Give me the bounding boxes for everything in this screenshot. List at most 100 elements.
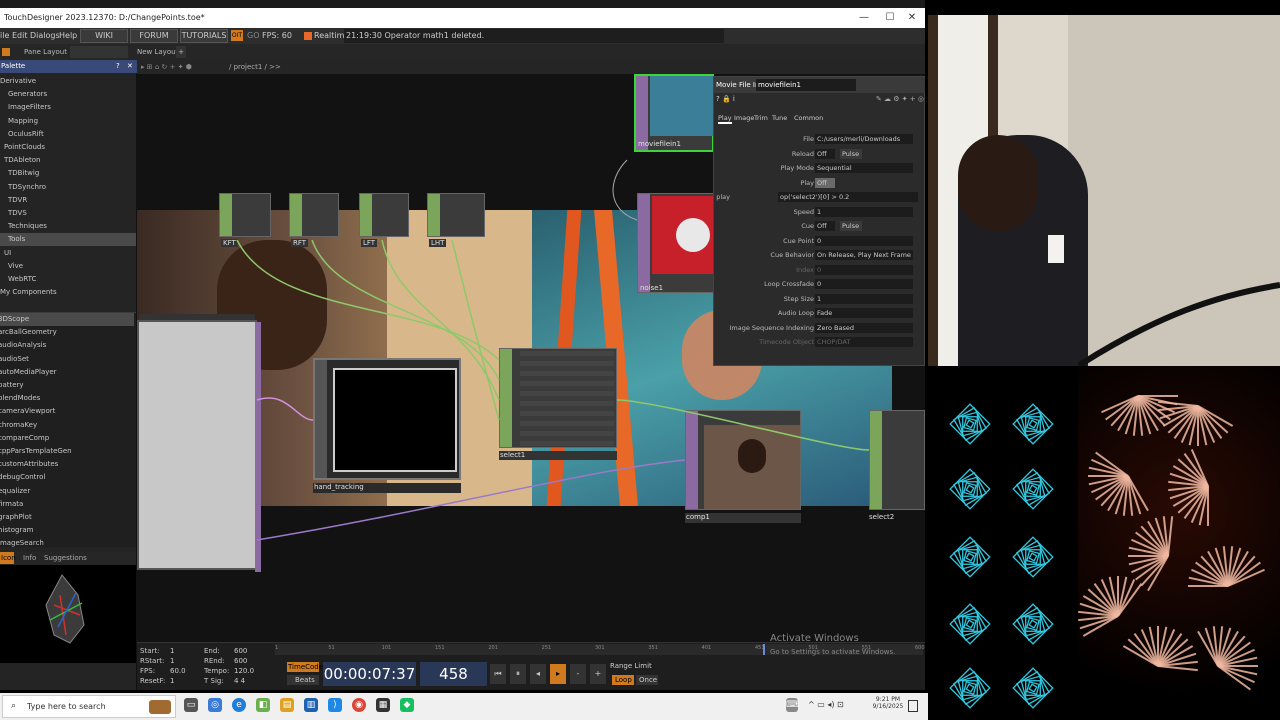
pane-layout-label[interactable]: Pane Layout: [24, 44, 67, 60]
palette-item[interactable]: UI: [0, 247, 136, 260]
edge-icon[interactable]: e: [232, 698, 246, 712]
pause-button[interactable]: ⏸: [510, 664, 526, 684]
pulse-button[interactable]: Pulse: [840, 221, 862, 231]
browser-icon[interactable]: ◎: [208, 698, 222, 712]
play-button[interactable]: ▸: [550, 664, 566, 684]
param-value[interactable]: Off: [815, 221, 835, 231]
rstart-value[interactable]: 1: [170, 657, 174, 665]
param-value[interactable]: CHOP/DAT: [815, 337, 913, 347]
close-button[interactable]: ✕: [901, 8, 923, 28]
close-palette-icon[interactable]: ✕: [127, 60, 133, 73]
keyboard-icon[interactable]: ⌨: [786, 698, 799, 712]
loop-toggle[interactable]: Loop: [612, 675, 634, 685]
tempo-value[interactable]: 120.0: [234, 667, 254, 675]
tool-item[interactable]: debugControl: [0, 471, 134, 484]
step-back-button[interactable]: ◂: [530, 664, 546, 684]
timecode-display[interactable]: 00:00:07:37: [323, 662, 416, 686]
pulse-button[interactable]: Pulse: [840, 148, 862, 159]
tab-icon[interactable]: Icon: [0, 552, 16, 564]
param-toolbar-right-icons[interactable]: ✎ ☁ ⚙ ✦ + ◎: [860, 95, 924, 107]
frame-display[interactable]: 458: [420, 662, 487, 686]
param-value[interactable]: op('select2')[0] > 0.2: [778, 192, 918, 202]
forum-button[interactable]: FORUM: [130, 29, 178, 43]
param-tab[interactable]: Tune: [772, 114, 787, 122]
palette-item[interactable]: Techniques: [0, 220, 136, 233]
taskbar-search[interactable]: ⌕ Type here to search: [2, 695, 176, 718]
param-value[interactable]: 0: [815, 235, 913, 246]
tab-suggestions[interactable]: Suggestions: [44, 552, 87, 564]
palette-item[interactable]: TDVS: [0, 207, 136, 220]
tool-item[interactable]: histogram: [0, 524, 134, 537]
param-value[interactable]: Sequential: [815, 163, 913, 173]
tab-info[interactable]: Info: [23, 552, 36, 564]
maximize-button[interactable]: ☐: [879, 8, 901, 28]
clock[interactable]: 9:21 PM 9/16/2025: [872, 696, 904, 710]
app-icon[interactable]: ◧: [256, 698, 270, 712]
playhead[interactable]: [763, 644, 766, 655]
tool-item[interactable]: autoMediaPlayer: [0, 366, 134, 379]
palette-item[interactable]: OculusRift: [0, 128, 136, 141]
step-plus-button[interactable]: +: [590, 664, 606, 684]
pane-layout-buttons[interactable]: [70, 46, 128, 58]
param-value[interactable]: Zero Based: [815, 322, 913, 333]
realtime-checkbox[interactable]: [304, 32, 312, 40]
menu-edit[interactable]: Edit: [12, 28, 28, 44]
tray-icons[interactable]: ^ ▭ ◂) ⊡: [808, 700, 844, 709]
palette-item[interactable]: TDVR: [0, 194, 136, 207]
document-icon[interactable]: ▥: [304, 698, 318, 712]
help-icon[interactable]: ?: [116, 60, 120, 73]
oit-badge[interactable]: OIT: [231, 30, 243, 41]
tsig-value[interactable]: 4 4: [234, 677, 245, 685]
palette-item[interactable]: WebRTC: [0, 273, 136, 286]
tool-item[interactable]: chromaKey: [0, 419, 134, 432]
tool-item[interactable]: cameraViewport: [0, 405, 134, 418]
tool-item[interactable]: blendModes: [0, 392, 134, 405]
go-button[interactable]: GO: [247, 28, 260, 44]
chrome-icon[interactable]: ◉: [352, 698, 366, 712]
param-value[interactable]: Off: [815, 177, 835, 188]
palette-item[interactable]: Vive: [0, 260, 136, 273]
tool-item[interactable]: audioSet: [0, 353, 134, 366]
palette-item[interactable]: PointClouds: [0, 141, 136, 154]
tool-item[interactable]: graphPlot: [0, 511, 134, 524]
param-value[interactable]: 0: [815, 264, 913, 275]
param-value[interactable]: 1: [815, 293, 913, 304]
param-tab[interactable]: Common: [794, 114, 823, 122]
palette-item[interactable]: TDAbleton: [0, 154, 136, 167]
tool-item[interactable]: customAttributes: [0, 458, 134, 471]
step-minus-button[interactable]: -: [570, 664, 586, 684]
palette-item[interactable]: Mapping: [0, 115, 136, 128]
tutorials-button[interactable]: TUTORIALS: [180, 29, 228, 43]
rewind-button[interactable]: ⏮: [490, 664, 506, 684]
rend-value[interactable]: 600: [234, 657, 247, 665]
menu-help[interactable]: Help: [59, 28, 77, 44]
param-toolbar-icons[interactable]: ? 🔒 i: [716, 95, 756, 107]
new-layout-label[interactable]: New Layout: [137, 44, 178, 60]
palette-item[interactable]: TDSynchro: [0, 181, 136, 194]
palette-item[interactable]: Tools: [0, 233, 136, 247]
minimize-button[interactable]: —: [853, 8, 875, 28]
end-value[interactable]: 600: [234, 647, 247, 655]
tool-item[interactable]: audioAnalysis: [0, 339, 134, 352]
palette-item[interactable]: ImageFilters: [0, 101, 136, 114]
tool-item[interactable]: imageSearch: [0, 537, 134, 550]
param-value[interactable]: On Release, Play Next Frame: [815, 250, 913, 260]
palette-item[interactable]: Generators: [0, 88, 136, 101]
menu-dialogs[interactable]: Dialogs: [30, 28, 60, 44]
tool-item[interactable]: firmata: [0, 498, 134, 511]
menu-file[interactable]: File: [0, 28, 9, 44]
resetf-value[interactable]: 1: [170, 677, 174, 685]
param-tab[interactable]: Image: [734, 114, 754, 122]
param-tab[interactable]: Trim: [754, 114, 768, 122]
add-layout-icon[interactable]: +: [176, 46, 186, 58]
vscode-icon[interactable]: ⟩: [328, 698, 342, 712]
tool-item[interactable]: arcBallGeometry: [0, 326, 134, 339]
start-value[interactable]: 1: [170, 647, 174, 655]
app-green-icon[interactable]: ◆: [400, 698, 414, 712]
once-toggle[interactable]: Once: [636, 675, 658, 685]
tool-item[interactable]: battery: [0, 379, 134, 392]
palette-item[interactable]: TDBitwig: [0, 167, 136, 180]
param-value[interactable]: C:/users/merli/Downloads: [815, 134, 913, 144]
op-name-field[interactable]: moviefilein1: [756, 79, 856, 91]
palette-item[interactable]: My Components: [0, 286, 136, 299]
